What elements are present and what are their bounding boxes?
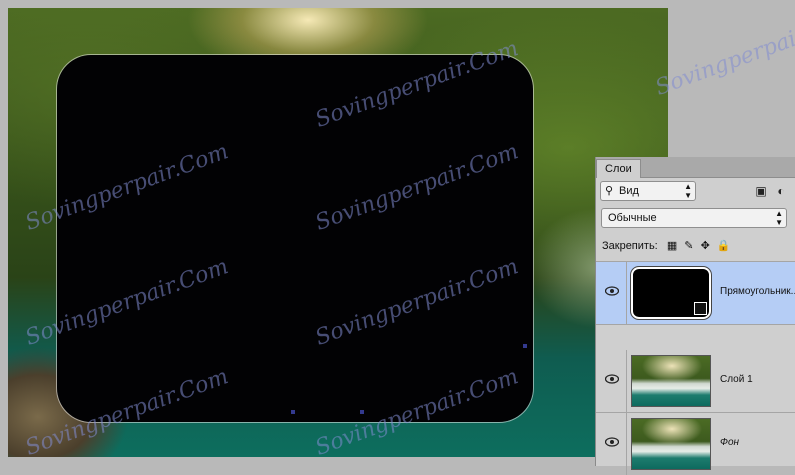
chevron-updown-icon: ▲ ▼ (684, 182, 692, 200)
document-canvas[interactable] (8, 8, 668, 457)
rounded-rectangle-shape[interactable] (57, 55, 533, 422)
layer-filter-row: ⚲ Вид ▲ ▼ ▣ ◐ (600, 181, 795, 203)
lock-image-brush-icon[interactable]: ✎ (684, 240, 693, 252)
layer-thumbnail (631, 355, 711, 407)
layer-filter-select[interactable]: ⚲ Вид ▲ ▼ (600, 181, 696, 201)
panel-tabbar: Слои (596, 157, 795, 178)
layer-row-layer1[interactable]: Слой 1 (596, 350, 795, 412)
filter-label: Вид (619, 185, 639, 197)
layer-name: Фон (720, 437, 740, 448)
path-anchor-point[interactable] (360, 410, 364, 414)
tab-layers[interactable]: Слои (596, 159, 641, 178)
path-anchor-point[interactable] (291, 410, 295, 414)
blend-mode-select[interactable]: Обычные ▲ ▼ (601, 208, 787, 228)
layer-thumbnail (631, 267, 711, 319)
layer-name: Прямоугольник... (720, 286, 795, 297)
layer-name: Слой 1 (720, 374, 753, 385)
lock-row: Закрепить: ▦ ✎ ✥ 🔒 (602, 239, 731, 255)
eye-icon (605, 437, 619, 447)
visibility-toggle[interactable] (596, 262, 627, 324)
divider (596, 324, 795, 325)
path-anchor-point[interactable] (523, 344, 527, 348)
lock-label: Закрепить: (602, 240, 658, 252)
visibility-toggle[interactable] (596, 350, 627, 412)
lock-position-move-icon[interactable]: ✥ (701, 240, 710, 252)
layers-panel: Слои ⚲ Вид ▲ ▼ ▣ ◐ Обычные ▲ ▼ Закрепить: … (595, 157, 795, 475)
lock-all-icon[interactable]: 🔒 (717, 240, 731, 252)
search-icon: ⚲ (605, 185, 614, 197)
watermark-text: Sovingperpair.Com (652, 4, 795, 101)
eye-icon (605, 374, 619, 384)
adjustment-filter-icon[interactable]: ◐ (774, 184, 788, 198)
blend-mode-label: Обычные (608, 212, 657, 224)
layer-row-rectangle[interactable]: Прямоугольник... (596, 262, 795, 324)
eye-icon (605, 286, 619, 296)
lock-transparency-icon[interactable]: ▦ (667, 240, 677, 252)
image-filter-icon[interactable]: ▣ (754, 184, 768, 198)
layer-thumbnail (631, 418, 711, 470)
vector-mask-icon (694, 302, 707, 315)
chevron-updown-icon: ▲ ▼ (775, 209, 783, 227)
